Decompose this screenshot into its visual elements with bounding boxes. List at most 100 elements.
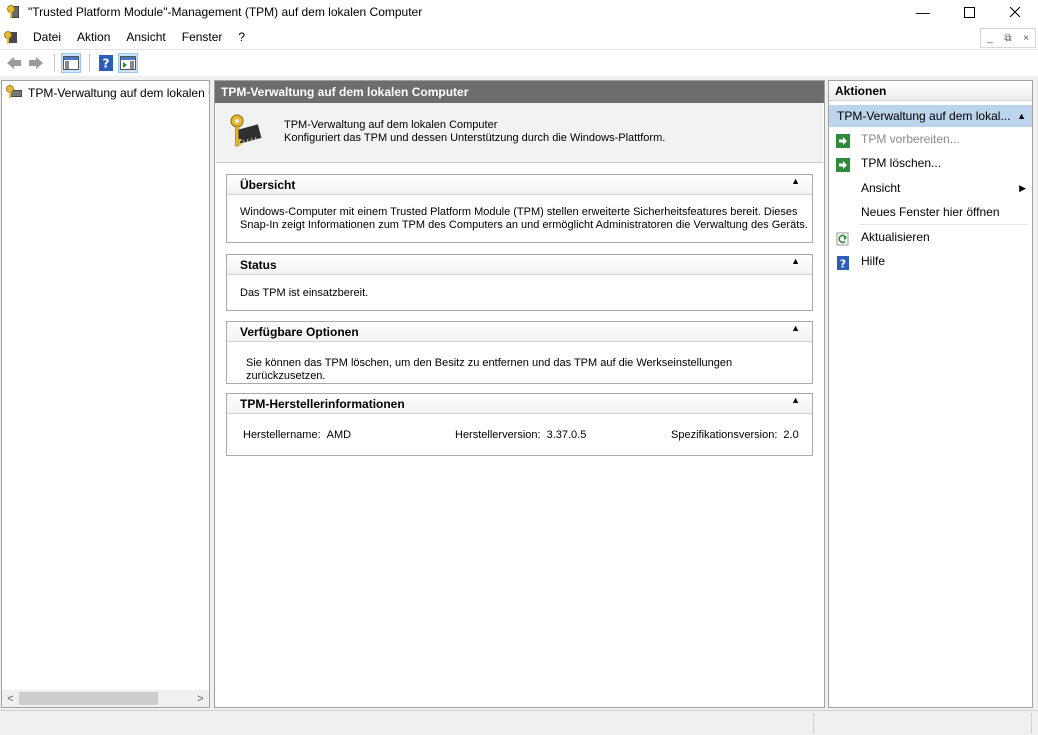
- options-text: Sie können das TPM löschen, um den Besit…: [246, 357, 733, 382]
- status-bar: [0, 710, 1038, 735]
- action-view[interactable]: Ansicht ▶: [829, 176, 1032, 200]
- intro-description: Konfiguriert das TPM und dessen Unterstü…: [284, 132, 666, 144]
- title-bar: "Trusted Platform Module"-Management (TP…: [0, 0, 1038, 24]
- console-tree: TPM-Verwaltung auf dem lokalen Computer …: [1, 80, 210, 708]
- collapse-icon[interactable]: ▲: [791, 323, 800, 333]
- show-console-tree-button[interactable]: [61, 52, 81, 73]
- section-status-title: Status: [240, 258, 277, 272]
- action-pane-icon: [120, 55, 136, 70]
- action-label: TPM löschen...: [861, 156, 942, 170]
- mdi-controls: _ ⧉ ×: [980, 28, 1036, 48]
- status-bar-grip[interactable]: [1031, 713, 1038, 733]
- toolbar-separator: [89, 53, 90, 72]
- actions-pane-header: Aktionen: [829, 81, 1032, 101]
- mdi-minimize-button[interactable]: _: [981, 29, 999, 47]
- menu-ansicht[interactable]: Ansicht: [118, 26, 173, 48]
- green-arrow-icon: [836, 132, 850, 148]
- menu-aktion[interactable]: Aktion: [69, 26, 118, 48]
- svg-text:?: ?: [103, 56, 110, 70]
- section-vendor-header[interactable]: TPM-Herstellerinformationen ▲: [227, 394, 812, 414]
- action-prepare-tpm[interactable]: TPM vorbereiten...: [829, 127, 1032, 151]
- spec-version-field: Spezifikationsversion: 2.0: [671, 429, 799, 441]
- collapse-icon[interactable]: ▲: [791, 176, 800, 186]
- section-options-header[interactable]: Verfügbare Optionen ▲: [227, 322, 812, 342]
- status-text: Das TPM ist einsatzbereit.: [240, 287, 369, 299]
- section-options: Verfügbare Optionen ▲ Sie können das TPM…: [226, 321, 813, 384]
- horizontal-scrollbar[interactable]: < >: [2, 690, 209, 707]
- close-icon: [1009, 6, 1021, 18]
- overview-text-line1: Windows-Computer mit einem Trusted Platf…: [240, 206, 798, 218]
- minimize-button[interactable]: —: [900, 0, 946, 24]
- window-title: "Trusted Platform Module"-Management (TP…: [28, 5, 423, 19]
- help-icon: ?: [99, 54, 113, 71]
- section-overview: Übersicht ▲ Windows-Computer mit einem T…: [226, 174, 813, 243]
- console-tree-icon: [63, 55, 79, 70]
- help-icon: ?: [836, 254, 850, 271]
- refresh-icon: [836, 230, 850, 246]
- menu-bar: Datei Aktion Ansicht Fenster ? _ ⧉ ×: [0, 26, 1038, 48]
- action-clear-tpm[interactable]: TPM löschen...: [829, 151, 1032, 175]
- scroll-left-button[interactable]: <: [2, 690, 19, 707]
- action-refresh[interactable]: Aktualisieren: [829, 225, 1032, 249]
- section-vendor-title: TPM-Herstellerinformationen: [240, 397, 405, 411]
- menu-help[interactable]: ?: [230, 26, 253, 48]
- manufacturer-label: Herstellername:: [243, 429, 321, 441]
- tree-item-label: TPM-Verwaltung auf dem lokalen Computer: [28, 86, 209, 100]
- show-action-pane-button[interactable]: [118, 52, 138, 73]
- section-options-title: Verfügbare Optionen: [240, 325, 359, 339]
- actions-pane: Aktionen TPM-Verwaltung auf dem lokal...…: [828, 80, 1033, 708]
- details-pane: TPM-Verwaltung auf dem lokalen Computer …: [214, 80, 825, 708]
- toolbar: ?: [0, 49, 1038, 75]
- close-button[interactable]: [992, 0, 1038, 24]
- section-overview-title: Übersicht: [240, 178, 296, 192]
- section-overview-header[interactable]: Übersicht ▲: [227, 175, 812, 195]
- manufacturer-field: Herstellername: AMD: [243, 429, 351, 441]
- action-label: Aktualisieren: [861, 230, 930, 244]
- menu-fenster[interactable]: Fenster: [174, 26, 231, 48]
- actions-group-header[interactable]: TPM-Verwaltung auf dem lokal... ▲: [829, 105, 1032, 127]
- section-vendor-info: TPM-Herstellerinformationen ▲ Hersteller…: [226, 393, 813, 456]
- svg-text:?: ?: [840, 258, 846, 271]
- action-new-window[interactable]: Neues Fenster hier öffnen: [829, 200, 1032, 224]
- green-arrow-icon: [836, 156, 850, 172]
- action-label: TPM vorbereiten...: [861, 132, 960, 146]
- spec-version-label: Spezifikationsversion:: [671, 429, 778, 441]
- details-pane-header: TPM-Verwaltung auf dem lokalen Computer: [215, 81, 824, 103]
- menu-datei[interactable]: Datei: [25, 26, 69, 48]
- overview-text-line2: Snap-In zeigt Informationen zum TPM des …: [240, 219, 808, 231]
- tpm-node-icon: [5, 84, 23, 102]
- section-status-header[interactable]: Status ▲: [227, 255, 812, 275]
- action-label: Neues Fenster hier öffnen: [861, 205, 1000, 219]
- main-frame: TPM-Verwaltung auf dem lokalen Computer …: [0, 76, 1038, 710]
- back-arrow-icon: [7, 56, 21, 69]
- scroll-right-button[interactable]: >: [192, 690, 209, 707]
- collapse-icon[interactable]: ▲: [791, 256, 800, 266]
- collapse-icon[interactable]: ▲: [1017, 105, 1026, 127]
- maximize-icon: [963, 6, 975, 18]
- scrollbar-thumb[interactable]: [19, 692, 158, 705]
- mdi-restore-button[interactable]: ⧉: [999, 29, 1017, 47]
- tpm-key-icon: [6, 4, 22, 20]
- vendor-version-label: Herstellerversion:: [455, 429, 541, 441]
- forward-arrow-icon: [29, 56, 43, 69]
- mdi-close-button[interactable]: ×: [1017, 29, 1035, 47]
- intro-banner: TPM-Verwaltung auf dem lokalen Computer …: [216, 103, 823, 163]
- submenu-arrow-icon: ▶: [1019, 183, 1026, 193]
- tree-item-tpm-root[interactable]: TPM-Verwaltung auf dem lokalen Computer: [5, 84, 209, 102]
- action-help[interactable]: ? Hilfe: [829, 249, 1032, 273]
- collapse-icon[interactable]: ▲: [791, 395, 800, 405]
- action-label: Ansicht: [861, 181, 901, 195]
- system-menu-icon[interactable]: [3, 29, 19, 45]
- actions-group-title: TPM-Verwaltung auf dem lokal...: [837, 109, 1011, 123]
- forward-button[interactable]: [26, 53, 46, 73]
- vendor-version-value: 3.37.0.5: [546, 429, 587, 441]
- status-bar-cell: [813, 713, 1031, 733]
- maximize-button[interactable]: [946, 0, 992, 24]
- tpm-chip-key-icon: [228, 113, 262, 149]
- vendor-version-field: Herstellerversion: 3.37.0.5: [455, 429, 586, 441]
- help-button[interactable]: ?: [96, 53, 116, 73]
- action-label: Hilfe: [861, 254, 886, 268]
- back-button[interactable]: [4, 53, 24, 73]
- spec-version-value: 2.0: [783, 429, 799, 441]
- section-status: Status ▲ Das TPM ist einsatzbereit.: [226, 254, 813, 311]
